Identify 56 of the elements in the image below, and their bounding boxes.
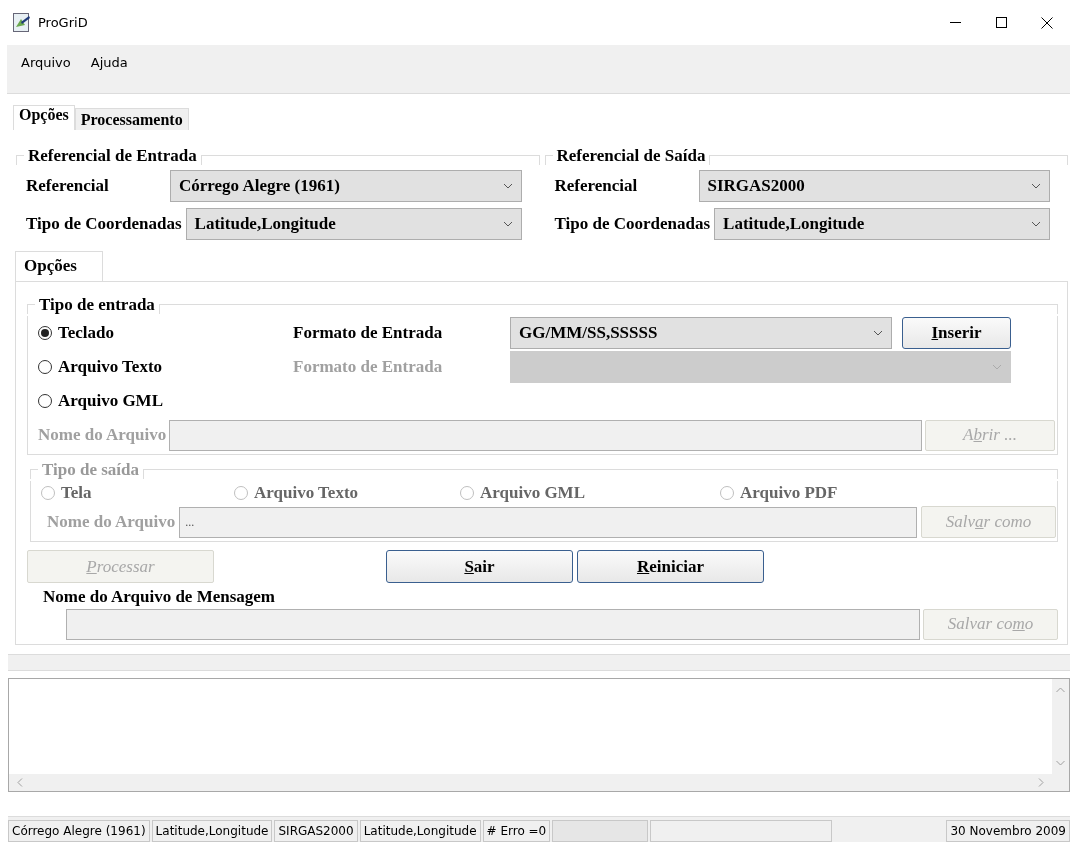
- group-title: Tipo de entrada: [38, 295, 156, 315]
- group-border: [16, 155, 24, 165]
- scroll-right-icon[interactable]: [1038, 778, 1044, 787]
- chevron-down-icon: [502, 221, 513, 227]
- dropdown[interactable]: Latitude,Longitude: [714, 208, 1050, 240]
- splitter-bar[interactable]: [8, 654, 1070, 671]
- field-label: Nome do Arquivo: [38, 425, 167, 445]
- chevron-down-icon: [873, 330, 883, 336]
- field-label: Tipo de Coordenadas: [554, 214, 711, 234]
- field-label: Referencial: [26, 176, 110, 196]
- status-panel: SIRGAS2000: [274, 820, 358, 842]
- maximize-icon: [995, 17, 1007, 28]
- menu-item[interactable]: Arquivo: [21, 55, 71, 70]
- dropdown[interactable]: GG/MM/SS,SSSSS: [510, 317, 892, 349]
- minimize-icon: [949, 22, 961, 23]
- button[interactable]: Reiniciar: [577, 550, 764, 583]
- button[interactable]: Inserir: [902, 317, 1011, 349]
- chevron-down-icon: [1031, 183, 1041, 189]
- field-label: Formato de Entrada: [293, 323, 444, 343]
- field-label: Nome do Arquivo de Mensagem: [43, 587, 276, 607]
- radio-option[interactable]: Arquivo GML: [38, 391, 163, 411]
- status-panel: # Erro =0: [482, 820, 551, 842]
- group-border: [30, 469, 38, 479]
- status-panel: Latitude,Longitude: [151, 820, 273, 842]
- group-title: Referencial de Entrada: [27, 146, 198, 166]
- group-title: Tipo de saída: [41, 460, 140, 480]
- chevron-down-icon: [1031, 221, 1041, 227]
- tab[interactable]: Processamento: [74, 108, 189, 130]
- group-border: [544, 155, 553, 165]
- group-title: Referencial de Saída: [555, 146, 707, 166]
- status-panel: Córrego Alegre (1961): [8, 820, 150, 842]
- group-border: [27, 304, 35, 314]
- field-label: Referencial: [554, 176, 639, 196]
- chevron-down-icon: [992, 364, 1002, 370]
- button[interactable]: Sair: [386, 550, 573, 583]
- status-panel: 30 Novembro 2009: [946, 820, 1070, 842]
- close-icon: [1041, 16, 1053, 29]
- menu-item[interactable]: Ajuda: [90, 55, 128, 70]
- field-label: Tipo de Coordenadas: [26, 214, 182, 234]
- tab[interactable]: Opções: [15, 251, 103, 281]
- chevron-down-icon: [502, 183, 513, 189]
- dropdown[interactable]: SIRGAS2000: [698, 170, 1050, 202]
- radio-option[interactable]: Arquivo Texto: [38, 357, 163, 377]
- status-panel: Latitude,Longitude: [359, 820, 481, 842]
- field-label: Formato de Entrada: [293, 357, 444, 377]
- scroll-down-icon[interactable]: [1056, 760, 1065, 766]
- dropdown[interactable]: Córrego Alegre (1961): [170, 170, 522, 202]
- scroll-left-icon[interactable]: [17, 778, 23, 787]
- radio-option[interactable]: Teclado: [38, 323, 115, 343]
- tab[interactable]: Opções: [13, 105, 75, 130]
- app-icon: [13, 12, 31, 33]
- message-text-area[interactable]: [8, 678, 1070, 792]
- window-title: ProGriD: [38, 15, 89, 30]
- scroll-up-icon[interactable]: [1056, 687, 1065, 693]
- dropdown[interactable]: Latitude,Longitude: [185, 208, 522, 240]
- field-label: Nome do Arquivo: [47, 512, 176, 532]
